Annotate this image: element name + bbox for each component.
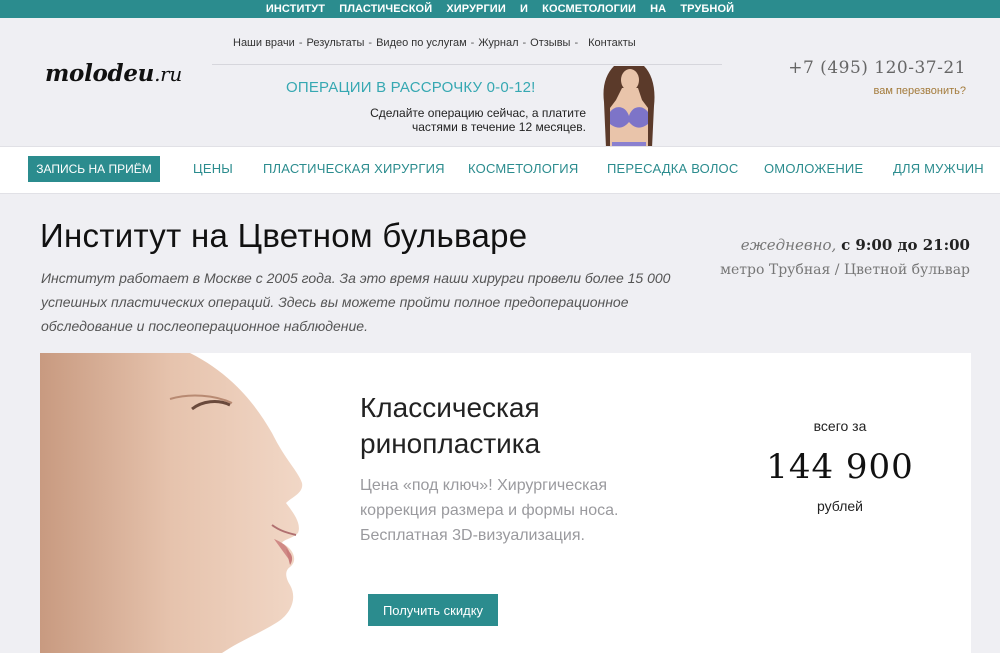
intro-text: Институт работает в Москве с 2005 года. … <box>41 270 671 334</box>
phone-number[interactable]: +7 (495) 120-37-21 <box>788 58 966 78</box>
top-bar-text: ИНСТИТУТ ПЛАСТИЧЕСКОЙ ХИРУРГИИ И КОСМЕТО… <box>265 3 735 15</box>
price-prefix: всего за <box>813 418 867 434</box>
top-nav-separator: - <box>368 37 373 49</box>
top-nav-video[interactable]: Видео по услугам <box>376 37 467 49</box>
promo-title[interactable]: ОПЕРАЦИИ В РАССРОЧКУ 0-0-12! <box>286 79 536 96</box>
offer-card: Классическая ринопластика Цена «под ключ… <box>40 353 971 653</box>
price-value: 144 900 <box>766 447 914 487</box>
top-nav-results[interactable]: Результаты <box>306 37 364 49</box>
nav-plastic-surgery[interactable]: ПЛАСТИЧЕСКАЯ ХИРУРГИЯ <box>263 161 445 176</box>
nav-cosmetology[interactable]: КОСМЕТОЛОГИЯ <box>468 161 578 176</box>
logo-suffix: .ru <box>154 62 182 86</box>
main-nav: ЗАПИСЬ НА ПРИЁМ ЦЕНЫ ПЛАСТИЧЕСКАЯ ХИРУРГ… <box>0 146 1000 194</box>
working-hours: ежедневно, с 9:00 до 21:00 <box>741 236 970 254</box>
hours-prefix: ежедневно, <box>740 236 837 254</box>
hours-time: с 9:00 до 21:00 <box>841 236 970 254</box>
top-nav-journal[interactable]: Журнал <box>478 37 518 49</box>
top-nav: Наши врачи - Результаты - Видео по услугам - Ж… <box>233 37 636 49</box>
top-nav-separator: - <box>574 37 579 49</box>
page-title: Институт на Цветном бульваре <box>40 217 528 254</box>
top-nav-separator: - <box>298 37 303 49</box>
nav-hair-transplant[interactable]: ПЕРЕСАДКА ВОЛОС <box>607 161 738 176</box>
face-profile-image <box>40 353 360 653</box>
promo-model-image <box>603 66 655 148</box>
top-nav-separator: - <box>522 37 527 49</box>
get-discount-button[interactable]: Получить скидку <box>368 594 498 626</box>
callback-link[interactable]: вам перезвонить? <box>873 85 966 97</box>
top-nav-reviews[interactable]: Отзывы <box>530 37 570 49</box>
top-bar: ИНСТИТУТ ПЛАСТИЧЕСКОЙ ХИРУРГИИ И КОСМЕТО… <box>0 0 1000 18</box>
top-nav-contacts[interactable]: Контакты <box>582 37 636 49</box>
nav-for-men[interactable]: ДЛЯ МУЖЧИН <box>893 161 984 176</box>
nav-rejuvenation[interactable]: ОМОЛОЖЕНИЕ <box>764 161 863 176</box>
promo-divider <box>212 64 722 65</box>
price-unit: рублей <box>817 498 863 514</box>
nav-prices[interactable]: ЦЕНЫ <box>193 161 233 176</box>
promo-text: Сделайте операцию сейчас, а платите част… <box>370 106 586 134</box>
metro-info: метро Трубная / Цветной бульвар <box>720 262 970 278</box>
top-nav-separator: - <box>470 37 475 49</box>
top-nav-doctors[interactable]: Наши врачи <box>233 37 295 49</box>
offer-title: Классическая ринопластика <box>360 392 541 459</box>
appointment-button[interactable]: ЗАПИСЬ НА ПРИЁМ <box>28 156 160 182</box>
offer-description: Цена «под ключ»! Хирургическая коррекция… <box>360 477 619 544</box>
logo-name: molodeu <box>45 60 155 87</box>
site-logo[interactable]: molodeu.ru <box>45 60 182 87</box>
